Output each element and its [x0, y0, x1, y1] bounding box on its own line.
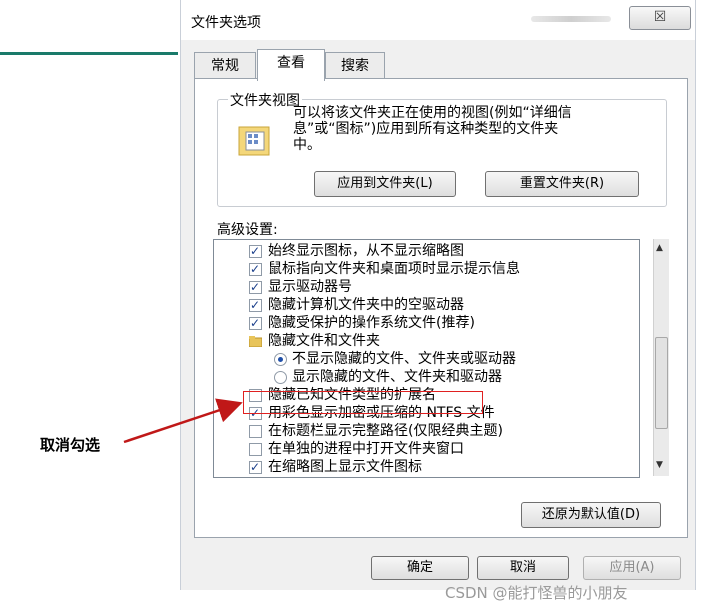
- item-label: 不显示隐藏的文件、文件夹或驱动器: [292, 351, 516, 367]
- close-button[interactable]: ☒: [629, 6, 691, 30]
- tab-label: 常规: [211, 58, 239, 74]
- tab-label: 查看: [277, 55, 305, 71]
- item-label: 隐藏文件和文件夹: [268, 333, 380, 349]
- ok-button[interactable]: 确定: [371, 556, 469, 580]
- button-label: 还原为默认值(D): [541, 507, 641, 522]
- button-label: 重置文件夹(R): [519, 176, 605, 191]
- highlight-box: [243, 391, 483, 414]
- scroll-down-icon[interactable]: ▼: [656, 460, 663, 470]
- checkbox[interactable]: [249, 260, 262, 278]
- item-label: 在缩略图上显示文件图标: [268, 459, 422, 475]
- button-label: 应用到文件夹(L): [337, 176, 433, 191]
- checkbox[interactable]: [249, 425, 262, 438]
- radio-button[interactable]: [274, 353, 287, 366]
- radio-button[interactable]: [274, 371, 287, 384]
- annotation-label: 取消勾选: [40, 436, 101, 454]
- checkbox[interactable]: [249, 443, 262, 456]
- folder-view-icon: [237, 123, 275, 159]
- tab-search[interactable]: 搜索: [325, 52, 385, 79]
- button-label: 取消: [509, 560, 536, 575]
- tab-general[interactable]: 常规: [194, 52, 256, 79]
- cancel-button[interactable]: 取消: [477, 556, 569, 580]
- advanced-settings-list: 始终显示图标，从不显示缩略图 鼠标指向文件夹和桌面项时显示提示信息 显示驱动器号…: [213, 239, 640, 478]
- blurred-region: [531, 16, 611, 22]
- checkbox[interactable]: [249, 458, 262, 476]
- restore-defaults-button[interactable]: 还原为默认值(D): [521, 502, 661, 528]
- watermark: CSDN @能打怪兽的小朋友: [445, 584, 628, 602]
- title-bar: 文件夹选项 ☒: [181, 0, 695, 40]
- description-line: 息”或“图标”)应用到所有这种类型的文件夹: [293, 121, 559, 137]
- item-label: 在标题栏显示完整路径(仅限经典主题): [268, 423, 503, 439]
- checkbox[interactable]: [249, 242, 262, 260]
- item-label: 显示隐藏的文件、文件夹和驱动器: [292, 369, 502, 385]
- item-label: 显示驱动器号: [268, 279, 352, 295]
- accent-line: [0, 52, 178, 55]
- advanced-settings-label: 高级设置:: [217, 222, 278, 238]
- item-label: 隐藏计算机文件夹中的空驱动器: [268, 297, 464, 313]
- button-label: 应用(A): [609, 560, 655, 575]
- button-label: 确定: [406, 560, 433, 575]
- item-label: 在单独的进程中打开文件夹窗口: [268, 441, 464, 457]
- tab-label: 搜索: [341, 58, 369, 74]
- item-label: 鼠标指向文件夹和桌面项时显示提示信息: [268, 261, 520, 277]
- reset-folders-button[interactable]: 重置文件夹(R): [485, 171, 639, 197]
- tab-view[interactable]: 查看: [257, 49, 325, 81]
- folder-icon: [248, 334, 263, 348]
- close-icon: ☒: [653, 9, 667, 25]
- scroll-up-icon[interactable]: ▲: [656, 243, 663, 253]
- item-label: 隐藏受保护的操作系统文件(推荐): [268, 315, 475, 331]
- checkbox[interactable]: [249, 296, 262, 314]
- folder-views-description: 可以将该文件夹正在使用的视图(例如“详细信 息”或“图标”)应用到所有这种类型的…: [293, 105, 633, 153]
- checkbox[interactable]: [249, 314, 262, 332]
- apply-button[interactable]: 应用(A): [583, 556, 681, 580]
- annotation-arrow: [123, 398, 243, 444]
- description-line: 可以将该文件夹正在使用的视图(例如“详细信: [293, 105, 572, 121]
- checkbox[interactable]: [249, 278, 262, 296]
- dialog-title: 文件夹选项: [191, 15, 261, 31]
- apply-to-folders-button[interactable]: 应用到文件夹(L): [314, 171, 456, 197]
- folder-views-legend: 文件夹视图: [228, 90, 302, 110]
- scroll-thumb[interactable]: [655, 337, 668, 429]
- description-line: 中。: [293, 137, 321, 153]
- item-label: 始终显示图标，从不显示缩略图: [268, 243, 464, 259]
